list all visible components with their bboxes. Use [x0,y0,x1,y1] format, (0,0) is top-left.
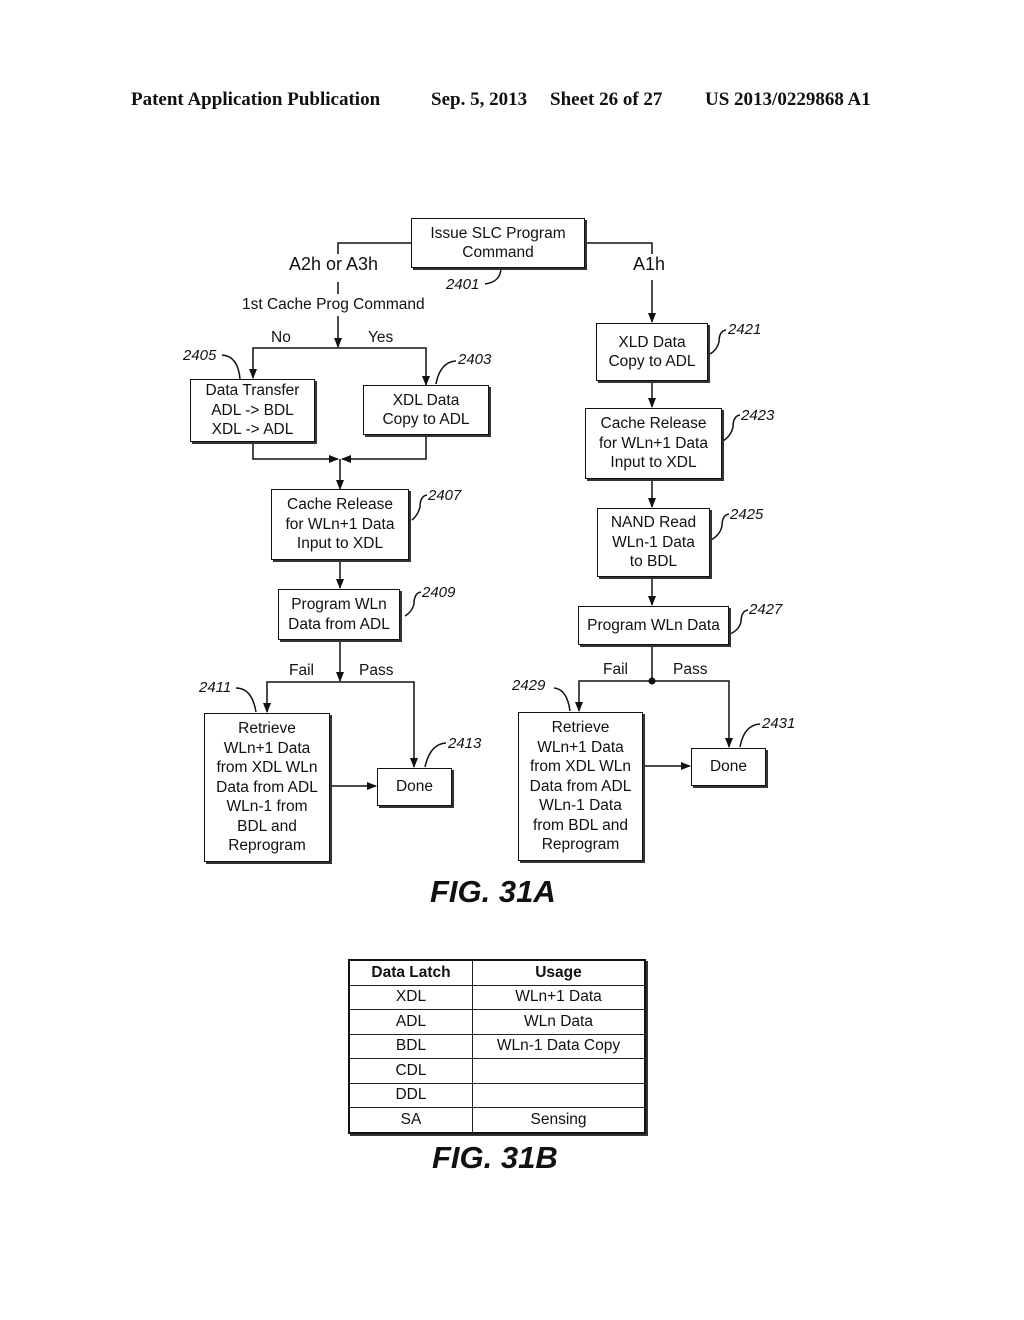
column-header-usage: Usage [472,959,646,986]
label-pass-right: Pass [673,661,708,678]
leader-2421 [709,329,727,355]
connector-2405-merge [252,442,339,463]
cell-latch: SA [348,1107,473,1133]
connector-2401-left [337,242,412,254]
table-header-row: Data Latch Usage [348,959,646,986]
ref-2423: 2423 [741,407,775,424]
node-2401: Issue SLC Program Command [411,218,585,268]
cell-latch: CDL [348,1058,473,1084]
leader-2425 [710,513,730,541]
node-2405: Data Transfer ADL -> BDL XDL -> ADL [190,379,315,442]
cell-usage [472,1082,646,1108]
ref-2411: 2411 [199,679,232,696]
node-2421: XLD Data Copy to ADL [596,323,708,381]
ref-2409: 2409 [422,584,456,601]
cell-latch: ADL [348,1009,473,1035]
connector-pass-2413 [340,681,418,768]
ref-2425: 2425 [730,506,764,523]
label-a2h-a3h: A2h or A3h [289,254,379,274]
node-2403: XDL Data Copy to ADL [363,385,489,435]
cell-latch: DDL [348,1082,473,1108]
ref-2401: 2401 [446,276,480,293]
table-row: ADL WLn Data [348,1009,646,1035]
node-2425: NAND Read WLn-1 Data to BDL [597,508,710,577]
connector-no-2405 [249,347,338,379]
ref-2429: 2429 [512,677,546,694]
leader-2401 [484,268,502,285]
cell-usage: WLn-1 Data Copy [472,1033,646,1059]
node-2413: Done [377,768,452,806]
ref-2413: 2413 [448,735,482,752]
ref-2431: 2431 [762,715,796,732]
label-fail-left: Fail [289,662,314,679]
label-fail-right: Fail [603,661,628,678]
leader-2409 [404,591,422,617]
leader-2407 [411,494,428,521]
cell-latch: XDL [348,984,473,1010]
label-yes: Yes [368,329,394,346]
connector-fail-2429 [575,680,652,712]
table-row: CDL [348,1058,646,1084]
node-2409: Program WLn Data from ADL [278,589,400,640]
cell-usage: WLn Data [472,1009,646,1035]
ref-2407: 2407 [428,487,462,504]
table-row: BDL WLn-1 Data Copy [348,1033,646,1059]
leader-2427 [729,609,749,635]
connector-yes-2403 [338,347,430,386]
figure-caption-31b: FIG. 31B [432,1140,558,1175]
leader-2411 [235,687,257,713]
node-2407: Cache Release for WLn+1 Data Input to XD… [271,489,409,560]
cell-usage: WLn+1 Data [472,984,646,1010]
cell-latch: BDL [348,1033,473,1059]
data-latch-table: Data Latch Usage XDL WLn+1 Data ADL WLn … [348,959,646,1134]
table-row: XDL WLn+1 Data [348,984,646,1010]
leader-2423 [722,414,741,442]
ref-2427: 2427 [749,601,783,618]
leader-2413 [424,742,447,768]
cell-usage: Sensing [472,1107,646,1133]
table-row: SA Sensing [348,1107,646,1133]
leader-2429 [553,687,571,712]
node-2429: Retrieve WLn+1 Data from XDL WLn Data fr… [518,712,643,861]
label-pass-left: Pass [359,662,394,679]
label-a1h: A1h [633,254,666,274]
connector-pass-2431 [652,680,733,748]
table-row: DDL [348,1082,646,1108]
connector-2401-right [585,242,653,254]
junction-dot [648,677,656,685]
ref-2405: 2405 [183,347,217,364]
ref-2403: 2403 [458,351,492,368]
label-first-cache-prog: 1st Cache Prog Command [242,296,425,313]
node-2411: Retrieve WLn+1 Data from XDL WLn Data fr… [204,713,330,862]
connector-fail-2411 [263,681,340,713]
cell-usage [472,1058,646,1084]
label-no: No [271,329,291,346]
node-2431: Done [691,748,766,786]
leader-2403 [435,360,457,385]
node-2423: Cache Release for WLn+1 Data Input to XD… [585,408,722,479]
leader-2431 [739,723,761,748]
leader-2405 [221,354,241,380]
figure-caption-31a: FIG. 31A [430,874,556,909]
ref-2421: 2421 [728,321,762,338]
connector-2403-merge [341,434,427,463]
column-header-data-latch: Data Latch [348,959,473,986]
node-2427: Program WLn Data [578,606,729,645]
